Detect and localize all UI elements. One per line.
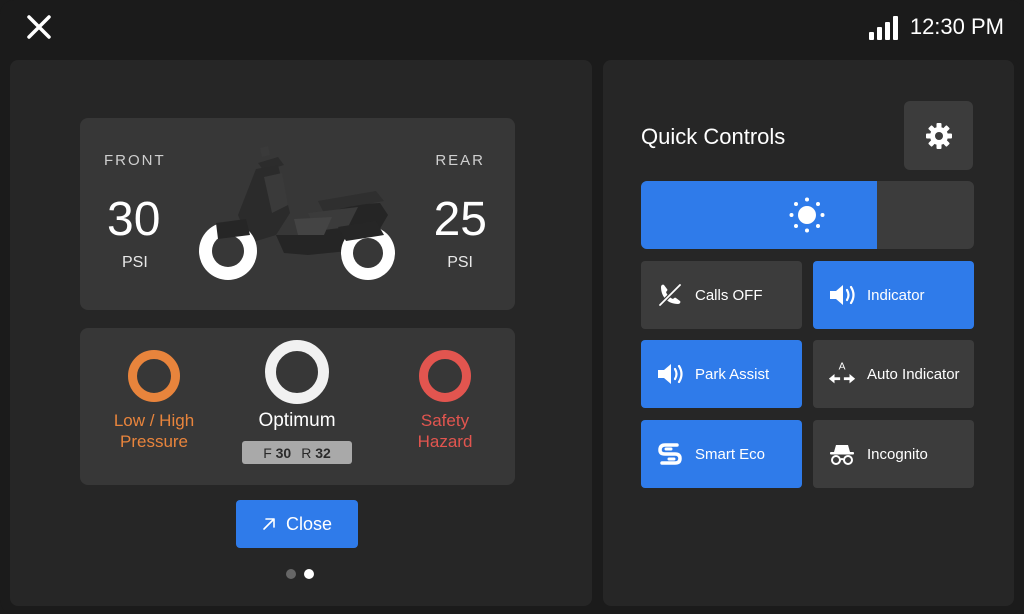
- tyre-pressure-card: FRONT REAR 30 25 PSI PSI: [80, 118, 515, 310]
- speaker-icon: [655, 359, 685, 389]
- scooter-illustration: [199, 146, 395, 280]
- arrow-up-right-icon: [263, 518, 275, 530]
- low-high-pressure-label: Low / High Pressure: [113, 411, 195, 451]
- park-assist-label: Park Assist: [695, 365, 770, 383]
- rear-pressure-value: 25: [433, 193, 487, 246]
- optimum-indicator: [265, 340, 329, 404]
- chip-rear-value: 32: [315, 444, 331, 461]
- auto-indicator-label: Auto Indicator: [867, 365, 960, 383]
- signal-icon: [868, 14, 898, 40]
- gear-icon: [925, 122, 952, 149]
- brightness-level: [641, 181, 878, 249]
- calls-off-label: Calls OFF: [695, 286, 763, 304]
- sun-icon: [789, 197, 825, 233]
- settings-button[interactable]: [904, 101, 973, 170]
- speaker-icon: [827, 280, 857, 310]
- chip-rear-prefix: R: [301, 444, 312, 461]
- indicator-toggle[interactable]: Indicator: [813, 261, 974, 329]
- incognito-toggle[interactable]: Incognito: [813, 420, 974, 488]
- app-screen: 12:30 PM FRONT REAR 30 25 PSI PSI Low / …: [0, 0, 1024, 614]
- auto-indicator-toggle[interactable]: A Auto Indicator: [813, 340, 974, 408]
- low-high-pressure-indicator: [128, 350, 180, 402]
- front-pressure-unit: PSI: [122, 254, 148, 271]
- close-button-label: Close: [285, 513, 333, 534]
- page-dot[interactable]: [286, 569, 296, 579]
- safety-hazard-label: Safety Hazard: [417, 411, 473, 451]
- safety-hazard-indicator: [419, 350, 471, 402]
- incognito-icon: [827, 439, 857, 469]
- phone-off-icon: [655, 280, 685, 310]
- chip-front-prefix: F: [263, 444, 272, 461]
- calls-off-toggle[interactable]: Calls OFF: [641, 261, 802, 329]
- close-button[interactable]: Close: [236, 500, 358, 548]
- auto-arrows-icon: A: [827, 359, 857, 389]
- front-pressure-value: 30: [107, 193, 161, 246]
- indicator-label: Indicator: [867, 286, 925, 304]
- smart-eco-label: Smart Eco: [695, 445, 766, 463]
- smart-eco-toggle[interactable]: Smart Eco: [641, 420, 802, 488]
- brightness-slider[interactable]: [641, 181, 974, 249]
- incognito-label: Incognito: [867, 445, 928, 463]
- quick-controls-title: Quick Controls: [641, 124, 786, 149]
- close-icon[interactable]: [24, 12, 54, 42]
- smart-eco-icon: [655, 439, 685, 469]
- chip-front-value: 30: [275, 444, 292, 461]
- front-label: FRONT: [104, 152, 166, 169]
- status-bar: 12:30 PM: [868, 14, 1004, 40]
- page-indicator: [286, 569, 314, 579]
- rear-label: REAR: [435, 152, 485, 169]
- tyre-status-card: Low / High Pressure Optimum Safety Hazar…: [80, 328, 515, 485]
- svg-text:A: A: [839, 361, 846, 372]
- rear-pressure-unit: PSI: [447, 254, 473, 271]
- optimum-label: Optimum: [258, 410, 336, 431]
- page-dot-active[interactable]: [304, 569, 314, 579]
- pressure-chip: F 30 R 32: [242, 441, 352, 464]
- park-assist-toggle[interactable]: Park Assist: [641, 340, 802, 408]
- clock: 12:30 PM: [909, 14, 1004, 39]
